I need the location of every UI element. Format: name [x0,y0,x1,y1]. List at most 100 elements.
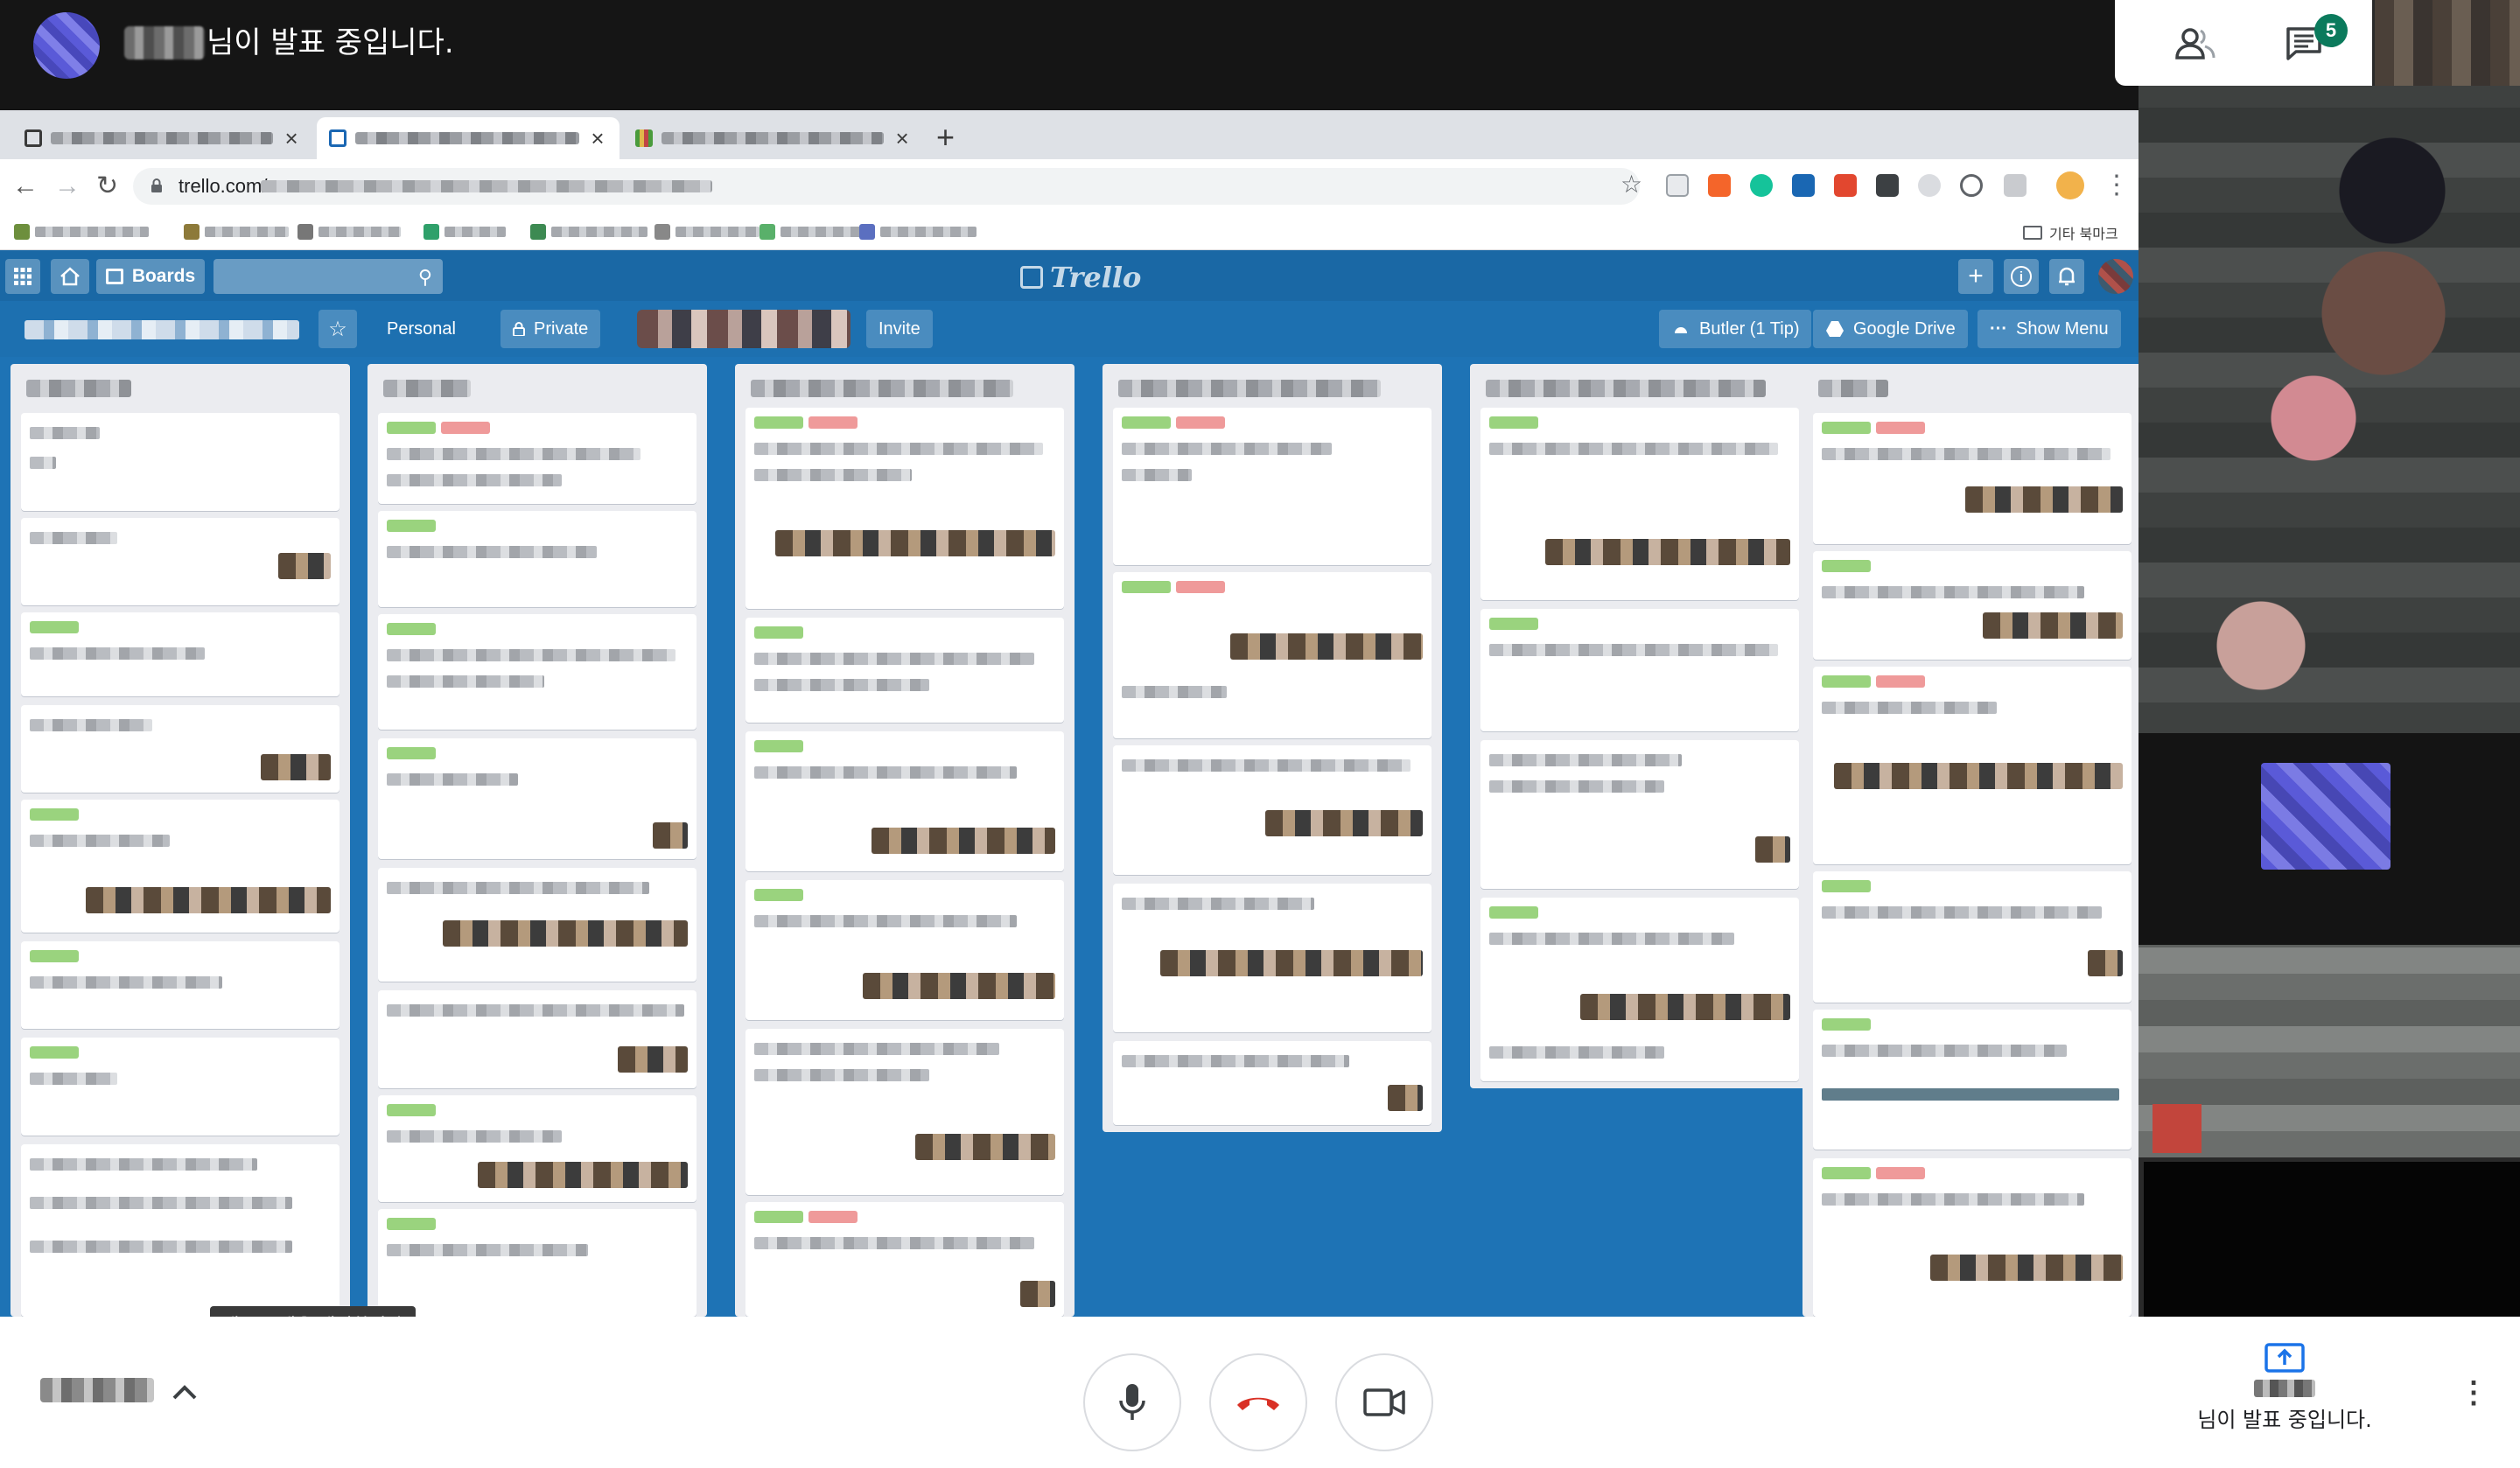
privacy-button[interactable]: Private [500,310,601,348]
trello-extension-icon[interactable] [1792,174,1815,197]
bookmark-item[interactable] [14,224,149,240]
board-card[interactable] [1480,898,1799,1081]
board-card[interactable] [21,941,340,1029]
tab-close-icon[interactable]: × [282,125,301,152]
board-card[interactable] [21,413,340,511]
tab-close-icon[interactable]: × [588,125,607,152]
create-button[interactable]: + [1958,259,1993,294]
board-card[interactable] [746,408,1064,609]
extension-icon[interactable] [2004,174,2026,197]
bookmark-item[interactable] [760,224,861,240]
new-tab-button[interactable]: + [936,119,955,156]
board-card[interactable] [378,1209,696,1317]
notifications-button[interactable] [2049,259,2084,294]
self-view-tile[interactable] [2144,1162,2520,1317]
board-card[interactable] [1113,408,1432,565]
bookmark-item[interactable] [859,224,976,240]
star-board-button[interactable]: ☆ [318,310,357,348]
board-card[interactable] [1480,740,1799,889]
board-card[interactable] [746,618,1064,723]
invite-button[interactable]: Invite [866,310,933,348]
team-visibility-button[interactable]: Personal [374,310,468,348]
bookmark-item[interactable] [654,224,760,240]
board-card[interactable] [746,731,1064,871]
extension-icon[interactable] [1876,174,1899,197]
show-menu-button[interactable]: ··· Show Menu [1978,310,2121,348]
apps-grid-icon[interactable] [5,259,40,294]
extension-icon[interactable] [1708,174,1731,197]
board-card[interactable] [378,868,696,982]
board-card[interactable] [378,738,696,859]
hang-up-button[interactable] [1209,1353,1307,1451]
board-card[interactable] [746,880,1064,1020]
board-card[interactable] [1813,1158,2132,1317]
board-card[interactable] [21,1038,340,1136]
reload-icon[interactable]: ↻ [96,170,118,203]
board-card[interactable] [1113,1041,1432,1125]
member-avatar[interactable] [2098,259,2133,294]
grammarly-icon[interactable] [1750,174,1773,197]
camera-button[interactable] [1335,1353,1433,1451]
board-card[interactable] [1480,408,1799,600]
browser-menu-icon[interactable]: ⋮ [2104,170,2130,200]
butler-button[interactable]: Butler (1 Tip) [1659,310,1812,348]
bookmark-item[interactable] [424,224,506,240]
board-card[interactable] [21,612,340,696]
board-card[interactable] [746,1029,1064,1195]
board-card[interactable] [21,1144,340,1317]
board-list[interactable] [1802,364,2138,1317]
presenting-indicator[interactable]: 님이 발표 중입니다. [2193,1343,2376,1433]
board-list[interactable] [10,364,350,1317]
board-card[interactable] [1113,884,1432,1032]
board-list[interactable] [735,364,1074,1317]
board-card[interactable] [378,614,696,730]
board-list[interactable] [1102,364,1442,1132]
back-arrow-icon[interactable]: ← [12,170,38,203]
chevron-up-icon[interactable] [172,1374,198,1409]
browser-tab-active[interactable]: × [317,117,620,159]
profile-avatar[interactable] [2056,171,2084,199]
people-button[interactable] [2167,19,2223,68]
board-card[interactable] [21,705,340,793]
info-button[interactable]: i [2004,259,2039,294]
board-members-redacted[interactable] [637,310,850,348]
more-vert-icon[interactable]: ⋮ [2459,1378,2488,1408]
board-card[interactable] [746,1202,1064,1317]
microphone-button[interactable] [1083,1353,1181,1451]
other-bookmarks[interactable]: 기타 북마크 [2023,222,2118,243]
bookmark-item[interactable] [184,224,289,240]
board-card[interactable] [378,990,696,1088]
trello-logo[interactable]: Trello [1020,261,1141,294]
board-name-redacted[interactable] [24,320,299,339]
tab-close-icon[interactable]: × [892,125,912,152]
board-search-input[interactable]: ⚲ [214,259,443,294]
bookmark-item[interactable] [298,224,401,240]
extension-icon[interactable] [1834,174,1857,197]
board-card[interactable] [378,1095,696,1202]
board-card[interactable] [1813,667,2132,864]
board-list[interactable] [1470,364,1810,1088]
bookmark-star-icon[interactable]: ☆ [1620,171,1642,199]
boards-button[interactable]: Boards [96,259,205,294]
extension-icon[interactable] [1666,174,1689,197]
board-card[interactable] [1813,871,2132,1003]
home-button[interactable] [51,259,89,294]
meeting-details-redacted[interactable] [40,1378,154,1402]
board-card[interactable] [1813,413,2132,544]
board-card[interactable] [21,518,340,605]
board-list[interactable] [368,364,707,1317]
address-bar[interactable]: trello.com/ ☆ [133,168,1642,205]
board-card[interactable] [1480,609,1799,731]
shield-icon[interactable] [1918,174,1941,197]
board-card[interactable] [21,800,340,933]
google-drive-button[interactable]: Google Drive [1813,310,1968,348]
board-card[interactable] [378,511,696,607]
board-card[interactable] [1113,745,1432,875]
browser-tab[interactable]: × [623,117,924,159]
forward-arrow-icon[interactable]: → [54,170,80,203]
board-card[interactable] [378,413,696,504]
link-icon[interactable] [1960,174,1983,197]
bookmark-item[interactable] [530,224,648,240]
board-card[interactable] [1813,551,2132,660]
browser-tab[interactable]: × [12,117,313,159]
